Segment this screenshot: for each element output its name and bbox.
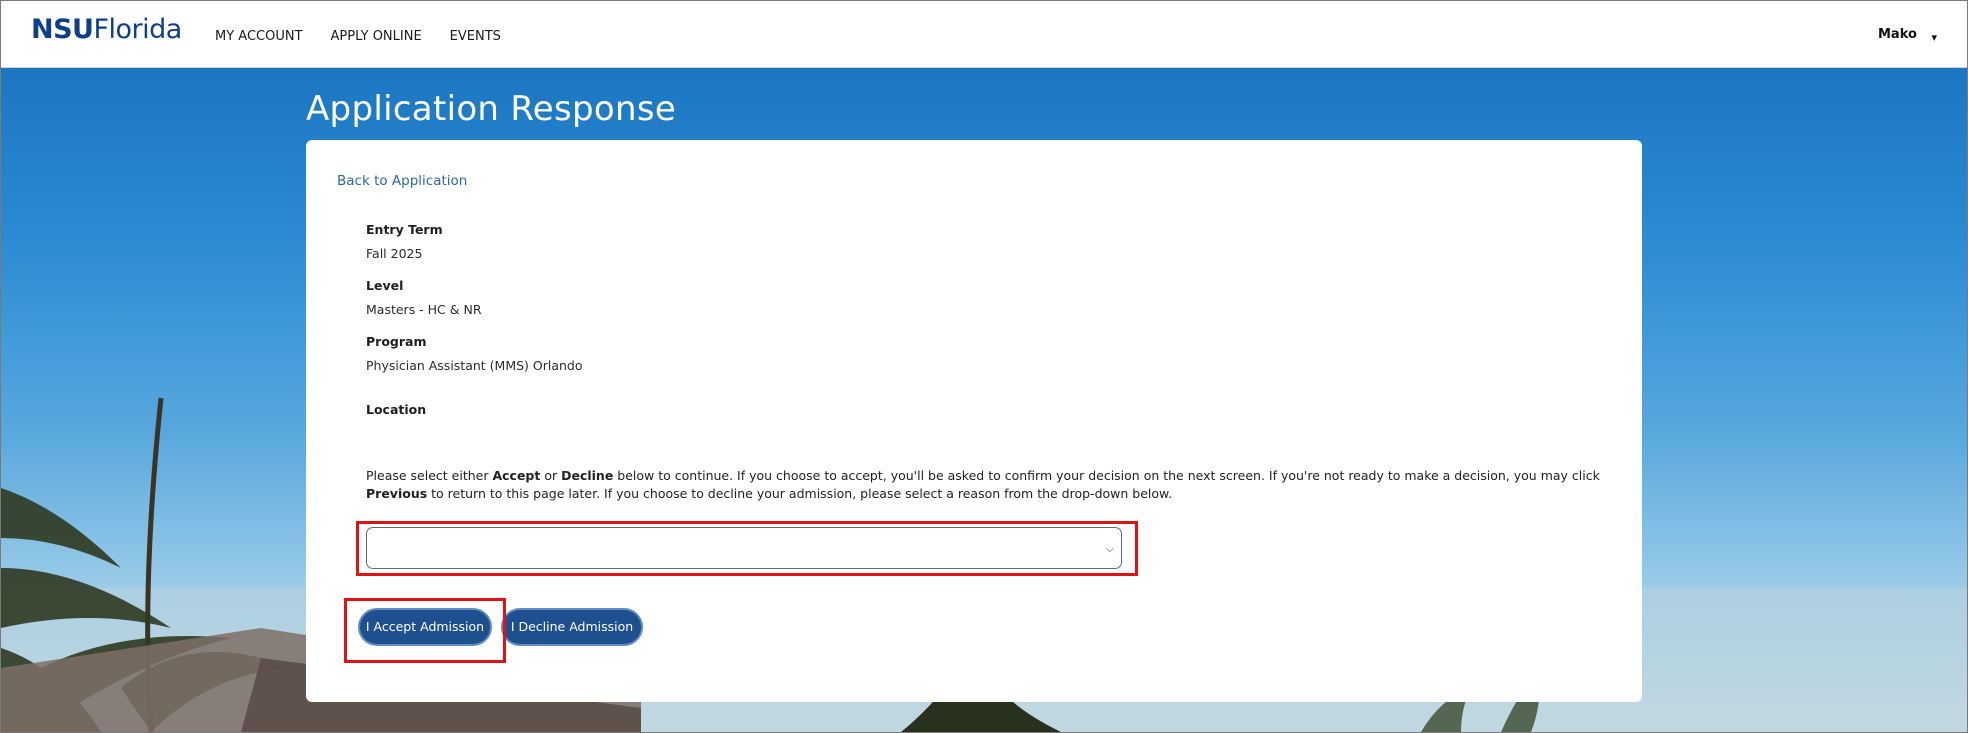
accept-admission-button[interactable]: I Accept Admission <box>358 608 492 646</box>
logo-nsu-text: NSU <box>31 14 94 45</box>
decline-reason-select[interactable]: ⌵ <box>366 527 1122 569</box>
nsu-florida-logo[interactable]: NSUFlorida <box>31 13 182 47</box>
back-to-application-link[interactable]: Back to Application <box>337 173 467 189</box>
entry-term-value: Fall 2025 <box>366 246 423 261</box>
browser-viewport: NSUFlorida MY ACCOUNT APPLY ONLINE EVENT… <box>0 0 1968 733</box>
instructions-text-4: to return to this page later. If you cho… <box>427 486 1173 501</box>
entry-term-label: Entry Term <box>366 222 443 237</box>
level-label: Level <box>366 278 404 293</box>
page-title: Application Response <box>306 89 677 129</box>
user-menu[interactable]: Mako ▾ <box>1878 27 1937 44</box>
instructions-text-1: Please select either <box>366 468 493 483</box>
logo-florida-text: Florida <box>93 14 182 45</box>
program-label: Program <box>366 334 427 349</box>
instructions-previous-word: Previous <box>366 486 428 501</box>
application-response-card: Back to Application Entry Term Fall 2025… <box>306 140 1642 702</box>
nav-apply-online[interactable]: APPLY ONLINE <box>331 29 422 44</box>
program-value: Physician Assistant (MMS) Orlando <box>366 358 583 373</box>
instructions-decline-word: Decline <box>561 468 614 483</box>
top-navigation-bar: NSUFlorida MY ACCOUNT APPLY ONLINE EVENT… <box>1 1 1967 68</box>
level-value: Masters - HC & NR <box>366 302 482 317</box>
location-label: Location <box>366 402 427 417</box>
caret-down-icon: ▾ <box>1931 31 1937 44</box>
nav-events[interactable]: EVENTS <box>450 29 501 44</box>
instructions-text-3: below to continue. If you choose to acce… <box>613 468 1600 483</box>
main-nav: MY ACCOUNT APPLY ONLINE EVENTS <box>215 29 529 44</box>
instructions-text-2: or <box>540 468 562 483</box>
instructions-accept-word: Accept <box>492 468 541 483</box>
decision-instructions: Please select either Accept or Decline b… <box>366 467 1616 503</box>
nav-my-account[interactable]: MY ACCOUNT <box>215 29 303 44</box>
user-name: Mako <box>1878 27 1917 42</box>
chevron-down-icon: ⌵ <box>1105 542 1114 555</box>
decline-admission-button[interactable]: I Decline Admission <box>501 608 643 646</box>
